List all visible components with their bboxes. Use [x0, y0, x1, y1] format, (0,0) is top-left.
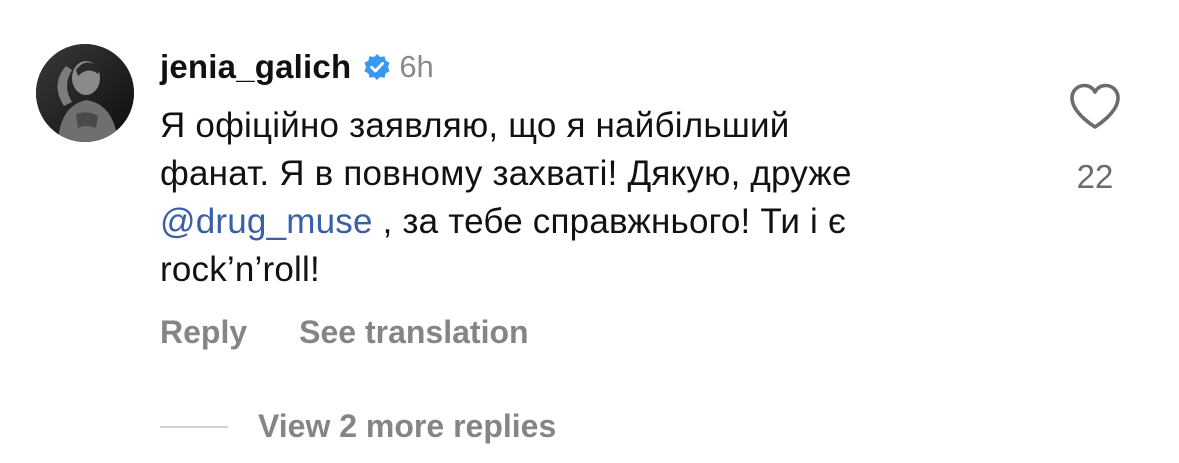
comment-time: 6h [399, 49, 434, 84]
verified-badge-icon [363, 53, 391, 81]
like-button[interactable] [1068, 82, 1122, 132]
reply-button[interactable]: Reply [160, 314, 247, 351]
avatar-photo [36, 44, 134, 142]
comment-actions: Reply See translation [160, 314, 529, 351]
mention-link[interactable]: @drug_muse [160, 202, 373, 241]
username[interactable]: jenia_galich [160, 48, 351, 86]
comment-text-fragment: , за тебе справжнього! Ти і є [372, 202, 847, 241]
avatar[interactable] [36, 44, 134, 142]
comment-text-line: Я офіційно заявляю, що я найбільший [160, 106, 790, 145]
comment-text-line: фанат. Я в повному захваті! Дякую, друже [160, 154, 852, 193]
like-count: 22 [1076, 158, 1114, 195]
replies-divider [160, 425, 228, 428]
view-replies-button[interactable]: View 2 more replies [160, 408, 556, 445]
heart-outline-icon [1070, 83, 1120, 129]
comment-text: Я офіційно заявляю, що я найбільший фана… [160, 102, 1050, 294]
view-replies-label: View 2 more replies [258, 408, 557, 444]
comment-text-line: @drug_muse , за тебе справжнього! Ти і є [160, 198, 1050, 246]
comment-text-line: rock’n’roll! [160, 250, 320, 289]
comment-header: jenia_galich 6h [160, 44, 434, 90]
see-translation-button[interactable]: See translation [299, 314, 528, 351]
